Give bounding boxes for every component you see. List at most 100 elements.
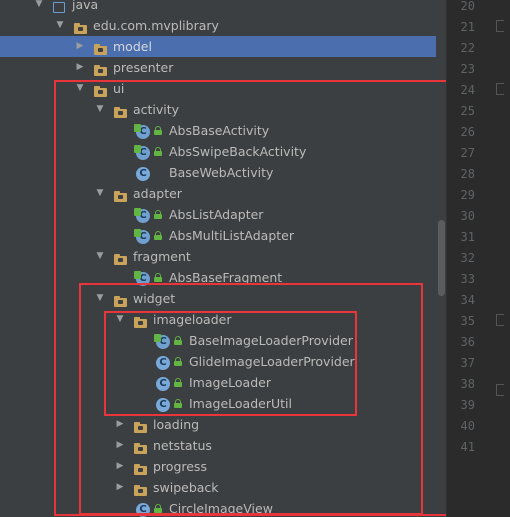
package-icon (134, 435, 147, 456)
line-number: 23 (460, 62, 475, 76)
tree-row-imageloaderutil[interactable]: C ImageLoaderUtil (0, 393, 436, 414)
line-number: 22 (460, 41, 475, 55)
tree-item-label: ImageLoader (189, 375, 271, 390)
fold-marker-icon[interactable] (496, 83, 504, 95)
class-icon: C (156, 351, 170, 372)
collapse-arrow-icon[interactable]: ▶ (115, 414, 125, 435)
collapse-arrow-icon[interactable]: ▶ (75, 57, 85, 78)
scrollbar-thumb[interactable] (438, 220, 445, 296)
collapse-arrow-icon[interactable]: ▶ (115, 435, 125, 456)
lock-icon (154, 210, 162, 219)
tree-row-adapter[interactable]: ▼ adapter (0, 183, 436, 204)
expand-arrow-icon[interactable]: ▼ (95, 183, 105, 204)
tree-row-model[interactable]: ▶ model (0, 36, 436, 57)
package-icon (114, 183, 127, 204)
tree-row-imageloader-class[interactable]: C ImageLoader (0, 372, 436, 393)
tree-row-circleimageview[interactable]: C CircleImageView (0, 498, 436, 517)
package-icon (94, 57, 107, 78)
package-icon (134, 477, 147, 498)
tree-item-label: netstatus (153, 438, 212, 453)
package-icon (134, 456, 147, 477)
tree-item-label: CircleImageView (169, 501, 273, 516)
tree-row-netstatus[interactable]: ▶ netstatus (0, 435, 436, 456)
package-icon (74, 15, 87, 36)
tree-item-label: widget (133, 291, 176, 306)
tree-item-label: java (72, 0, 99, 12)
line-number: 21 (460, 20, 475, 34)
tree-item-label: imageloader (153, 312, 232, 327)
tree-item-label: GlideImageLoaderProvider (189, 354, 355, 369)
line-number: 36 (460, 335, 475, 349)
tree-row-abslistadapter[interactable]: C AbsListAdapter (0, 204, 436, 225)
expand-arrow-icon[interactable]: ▼ (34, 0, 44, 15)
fold-marker-icon[interactable] (496, 20, 504, 32)
tree-row-swipeback[interactable]: ▶ swipeback (0, 477, 436, 498)
tree-row-widget[interactable]: ▼ widget (0, 288, 436, 309)
package-icon (114, 246, 127, 267)
line-number: 26 (460, 125, 475, 139)
line-number: 39 (460, 398, 475, 412)
collapse-arrow-icon[interactable]: ▶ (115, 456, 125, 477)
module-folder-icon (53, 0, 65, 15)
lock-icon (174, 357, 182, 366)
tree-row-progress[interactable]: ▶ progress (0, 456, 436, 477)
expand-arrow-icon[interactable]: ▼ (115, 309, 125, 330)
tree-row-glideimageloaderprovider[interactable]: C GlideImageLoaderProvider (0, 351, 436, 372)
tree-item-label: ImageLoaderUtil (189, 396, 292, 411)
tree-row-java[interactable]: ▼ java (0, 0, 436, 15)
tree-item-label: adapter (133, 186, 182, 201)
expand-arrow-icon[interactable]: ▼ (55, 15, 65, 36)
lock-icon (154, 231, 162, 240)
abstract-class-icon: C (134, 267, 150, 288)
tree-row-absbaseactivity[interactable]: C AbsBaseActivity (0, 120, 436, 141)
tree-row-loading[interactable]: ▶ loading (0, 414, 436, 435)
line-number: 31 (460, 230, 475, 244)
tree-row-absswipebackactivity[interactable]: C AbsSwipeBackActivity (0, 141, 436, 162)
abstract-class-icon: C (134, 204, 150, 225)
tree-row-activity[interactable]: ▼ activity (0, 99, 436, 120)
tree-row-imageloader[interactable]: ▼ imageloader (0, 309, 436, 330)
ide-window: ▼ java ▼ edu.com.mvplibrary ▶ model ▶ pr… (0, 0, 510, 517)
line-number: 34 (460, 293, 475, 307)
tree-row-basewebactivity[interactable]: C BaseWebActivity (0, 162, 436, 183)
fold-marker-icon[interactable] (496, 384, 504, 396)
lock-icon (154, 273, 162, 282)
tree-item-label: ui (113, 81, 125, 96)
tree-item-label: AbsListAdapter (169, 207, 264, 222)
lock-icon (154, 147, 162, 156)
tree-item-label: model (113, 39, 152, 54)
expand-arrow-icon[interactable]: ▼ (95, 288, 105, 309)
project-tree-panel: ▼ java ▼ edu.com.mvplibrary ▶ model ▶ pr… (0, 0, 446, 517)
tree-row-absbasefragment[interactable]: C AbsBaseFragment (0, 267, 436, 288)
expand-arrow-icon[interactable]: ▼ (95, 246, 105, 267)
tree-row-fragment[interactable]: ▼ fragment (0, 246, 436, 267)
line-number: 27 (460, 146, 475, 160)
tree-row-edu-com-mvplibrary[interactable]: ▼ edu.com.mvplibrary (0, 15, 436, 36)
line-number: 20 (460, 0, 475, 13)
class-icon: C (156, 372, 170, 393)
tree-row-absmultilistadapter[interactable]: C AbsMultiListAdapter (0, 225, 436, 246)
line-number: 30 (460, 209, 475, 223)
tree-row-baseimageloaderprovider[interactable]: C BaseImageLoaderProvider (0, 330, 436, 351)
package-icon (94, 36, 107, 57)
line-number: 25 (460, 104, 475, 118)
collapse-arrow-icon[interactable]: ▶ (75, 36, 85, 57)
abstract-class-icon: C (154, 330, 170, 351)
tree-item-label: loading (153, 417, 200, 432)
abstract-class-icon: C (134, 120, 150, 141)
line-number: 35 (460, 314, 475, 328)
line-number: 38 (460, 377, 475, 391)
line-number: 28 (460, 167, 475, 181)
fold-marker-icon[interactable] (496, 314, 504, 326)
tree-row-presenter[interactable]: ▶ presenter (0, 57, 436, 78)
package-icon (114, 288, 127, 309)
tree-item-label: BaseImageLoaderProvider (189, 333, 353, 348)
expand-arrow-icon[interactable]: ▼ (95, 99, 105, 120)
tree-row-ui[interactable]: ▼ ui (0, 78, 436, 99)
tree-item-label: AbsBaseActivity (169, 123, 270, 138)
package-icon (94, 78, 107, 99)
expand-arrow-icon[interactable]: ▼ (75, 78, 85, 99)
tree-item-label: AbsSwipeBackActivity (169, 144, 307, 159)
collapse-arrow-icon[interactable]: ▶ (115, 477, 125, 498)
lock-icon (154, 504, 162, 513)
